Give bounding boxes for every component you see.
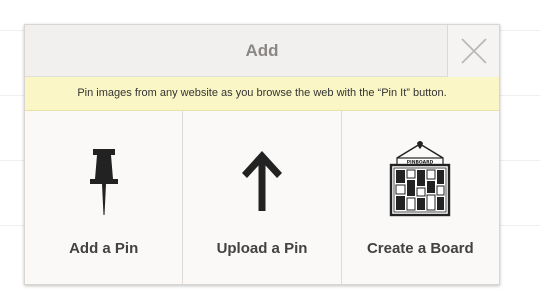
create-board-label: Create a Board	[366, 240, 474, 257]
up-arrow-icon	[183, 149, 340, 215]
add-pin-option[interactable]: Add a Pin	[25, 111, 184, 284]
add-pin-label: Add a Pin	[69, 240, 139, 257]
upload-pin-label: Upload a Pin	[216, 240, 308, 257]
modal-title: Add	[245, 41, 279, 60]
close-icon	[461, 38, 487, 64]
close-button[interactable]	[447, 25, 499, 77]
add-modal: Add Pin images from any website as you b…	[24, 24, 500, 285]
pushpin-icon	[25, 149, 182, 215]
create-board-option[interactable]: PINBOARD Create a Board	[341, 111, 499, 284]
pinboard-icon: PINBOARD	[342, 141, 499, 217]
upload-pin-option[interactable]: Upload a Pin	[183, 111, 342, 284]
pin-it-notice: Pin images from any website as you brows…	[25, 77, 499, 111]
add-options: Add a Pin Upload a Pin PINBOARD Create a…	[25, 111, 499, 284]
modal-header: Add	[25, 25, 499, 77]
